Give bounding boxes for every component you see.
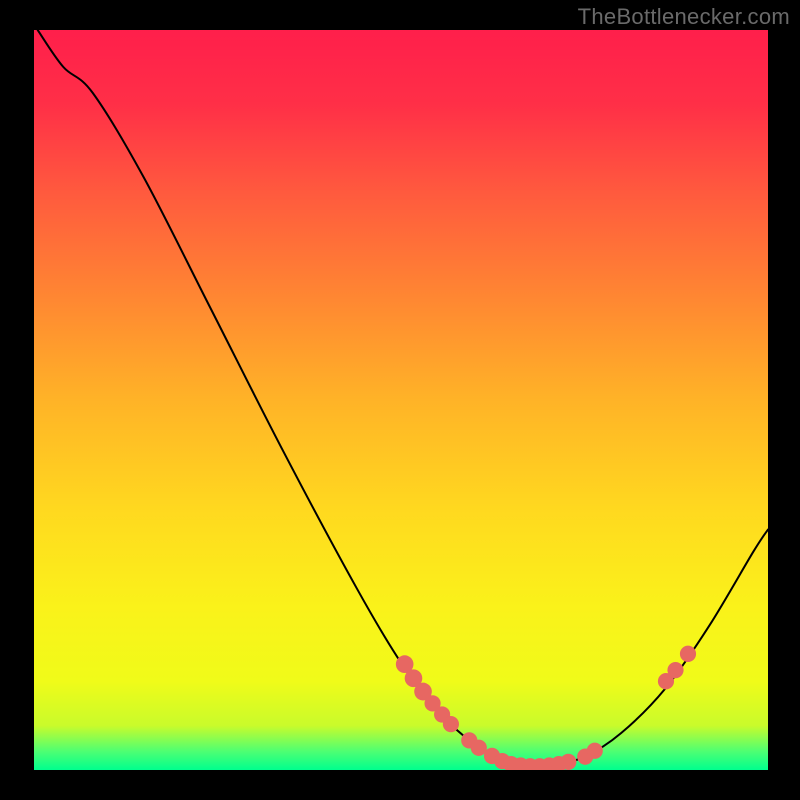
attribution-label: TheBottlenecker.com	[578, 4, 790, 30]
markers-group	[396, 646, 696, 770]
plot-area	[34, 30, 768, 770]
marker-dot	[680, 646, 696, 662]
marker-dot	[667, 662, 683, 678]
marker-dot	[443, 716, 459, 732]
marker-dot	[587, 743, 603, 759]
chart-stage: TheBottlenecker.com	[0, 0, 800, 800]
marker-dot	[560, 754, 576, 770]
curve-layer	[34, 30, 768, 770]
